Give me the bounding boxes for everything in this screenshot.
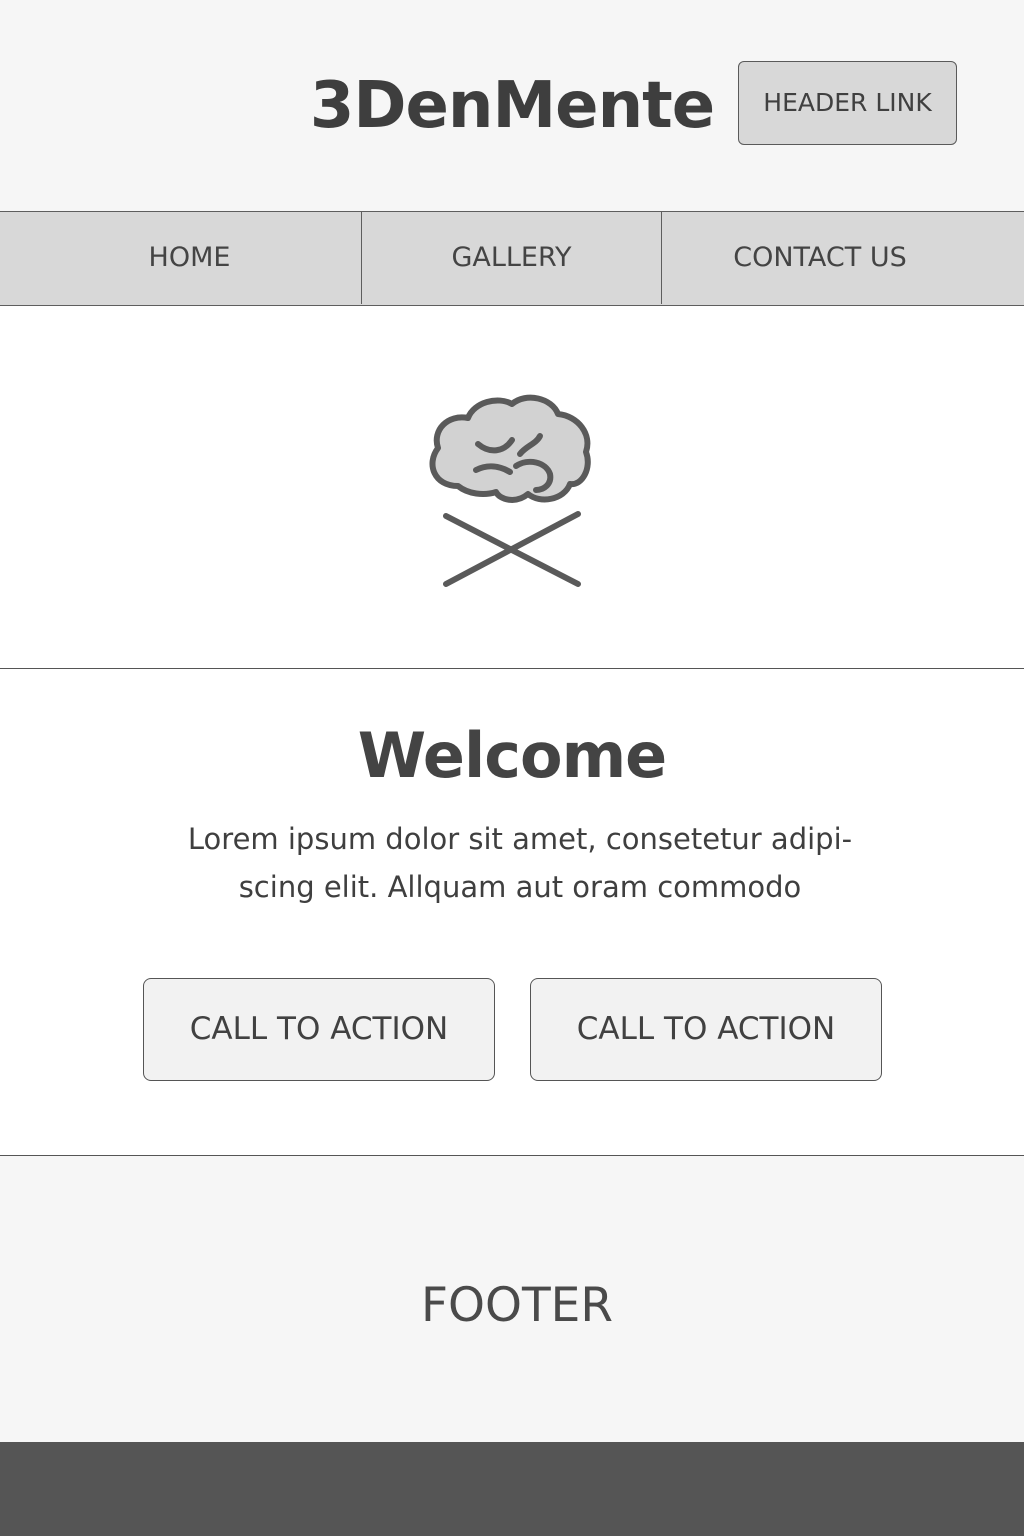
welcome-text: Lorem ipsum dolor sit amet, consetetur a… — [160, 815, 880, 911]
nav-item-home-label: HOME — [148, 242, 231, 273]
nav-item-gallery-label: GALLERY — [451, 242, 572, 273]
welcome-text-line-1: Lorem ipsum dolor sit amet, consetetur a… — [187, 822, 853, 856]
call-to-action-button-secondary[interactable]: CALL TO ACTION — [530, 978, 882, 1081]
nav-item-gallery[interactable]: GALLERY — [362, 212, 662, 304]
site-header: 3DenMente HEADER LINK — [0, 0, 1024, 211]
site-footer: FOOTER — [0, 1156, 1024, 1442]
welcome-section: Welcome Lorem ipsum dolor sit amet, cons… — [0, 669, 1024, 1156]
main-nav: HOME GALLERY CONTACT US — [0, 211, 1024, 306]
footer-label: FOOTER — [420, 1278, 614, 1333]
brain-crossbones-icon — [429, 394, 591, 587]
site-title: 3DenMente — [309, 69, 715, 143]
header-link-button[interactable]: HEADER LINK — [738, 61, 957, 145]
hero-section — [0, 306, 1024, 669]
welcome-text-line-2: scing elit. Allquam aut oram commodo — [238, 870, 802, 904]
nav-item-contact-us-label: CONTACT US — [733, 242, 907, 273]
nav-item-home[interactable]: HOME — [0, 212, 362, 304]
bottom-bar — [0, 1442, 1024, 1536]
nav-item-contact-us[interactable]: CONTACT US — [662, 212, 1024, 304]
welcome-title: Welcome — [357, 719, 667, 792]
call-to-action-button-primary[interactable]: CALL TO ACTION — [143, 978, 495, 1081]
